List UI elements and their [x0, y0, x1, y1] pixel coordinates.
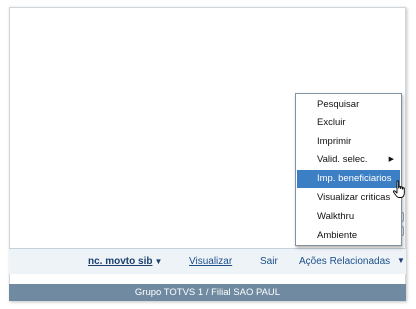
hand-cursor-icon	[392, 180, 405, 198]
status-bar: Grupo TOTVS 1 / Filial SAO PAUL	[9, 284, 406, 301]
inc-movto-sib-label: nc. movto sib	[88, 256, 153, 267]
menu-item-label: Walkthru	[317, 211, 355, 222]
context-menu: Pesquisar Excluir Imprimir Valid. selec.…	[295, 93, 402, 246]
submenu-arrow-icon: ▶	[388, 156, 394, 163]
menu-item-label: Excluir	[317, 117, 346, 128]
menu-item-imp-beneficiarios[interactable]: Imp. beneficiarios	[297, 170, 400, 188]
visualizar-button[interactable]: Visualizar	[189, 256, 232, 267]
status-text: Grupo TOTVS 1 / Filial SAO PAUL	[134, 287, 281, 298]
menu-item-label: Imprimir	[317, 136, 352, 147]
menu-item-imprimir[interactable]: Imprimir	[297, 133, 400, 151]
chevron-down-icon[interactable]: ▼	[397, 256, 405, 265]
inc-movto-sib-button[interactable]: nc. movto sib ▼	[88, 256, 162, 267]
menu-item-label: Imp. beneficiarios	[317, 173, 392, 184]
menu-item-valid-selec[interactable]: Valid. selec. ▶	[297, 151, 400, 169]
chevron-down-icon: ▼	[154, 257, 163, 266]
menu-item-visualizar-criticas[interactable]: Visualizar criticas	[297, 189, 400, 207]
menu-item-label: Ambiente	[317, 230, 358, 241]
menu-item-excluir[interactable]: Excluir	[297, 114, 400, 132]
menu-item-label: Pesquisar	[317, 99, 360, 110]
sair-button[interactable]: Sair	[260, 256, 278, 267]
menu-item-ambiente[interactable]: Ambiente	[297, 227, 400, 245]
menu-item-label: Visualizar criticas	[317, 192, 391, 203]
menu-item-pesquisar[interactable]: Pesquisar	[297, 96, 400, 114]
action-toolbar: nc. movto sib ▼ Visualizar Sair Ações Rel…	[9, 248, 406, 274]
visualizar-label: Visualizar	[189, 256, 233, 267]
menu-item-walkthru[interactable]: Walkthru	[297, 208, 400, 226]
menu-item-label: Valid. selec.	[317, 154, 368, 165]
acoes-relacionadas-button[interactable]: Ações Relacionadas	[299, 256, 390, 267]
